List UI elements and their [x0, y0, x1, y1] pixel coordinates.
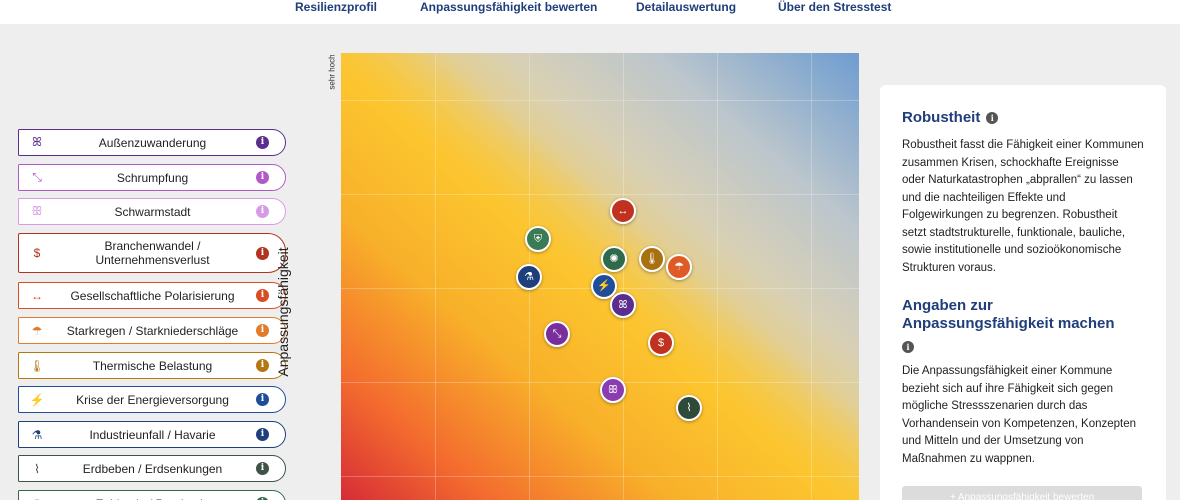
hazard-marker-double-arrow[interactable]: ↔: [610, 198, 636, 224]
thermometer-icon: 🌡: [29, 358, 45, 373]
no-power-icon: ⚡: [29, 392, 45, 407]
info-icon[interactable]: i: [256, 393, 269, 406]
earthquake-icon: ⌇: [686, 402, 692, 414]
info-icon[interactable]: i: [256, 462, 269, 475]
nav-anpassungsfaehigkeit-bewerten[interactable]: Anpassungsfähigkeit bewerten: [420, 0, 597, 14]
hazard-item[interactable]: ✺Epidemie / Pandemiei: [18, 490, 286, 500]
panel-text-anpassung: Die Anpassungsfähigkeit einer Kommune be…: [902, 365, 1137, 465]
panel-title-text: Robustheit: [902, 109, 981, 126]
hazard-item[interactable]: ↔ Gesellschaftliche Polarisierung i: [18, 282, 286, 309]
rain-cloud-icon: ☂: [674, 261, 684, 273]
hazard-marker-shrink-arrows[interactable]: ⤡: [544, 321, 570, 347]
hazard-label: Krise der Energieversorgung: [76, 392, 229, 407]
panel-text-robustheit: Robustheit fasst die Fähigkeit einer Kom…: [902, 139, 1144, 274]
rate-adaptability-button[interactable]: + Anpassungsfähigkeit bewerten: [902, 486, 1142, 500]
hazard-item[interactable]: ☂ Starkregen / Starkniederschläge i: [18, 317, 286, 344]
virus-icon: ✺: [609, 253, 619, 265]
hazard-item[interactable]: $ Branchenwandel / Unternehmensverlust i: [18, 233, 286, 273]
info-icon[interactable]: i: [256, 359, 269, 372]
info-icon[interactable]: i: [256, 136, 269, 149]
hazard-label: Außenzuwanderung: [98, 135, 207, 150]
money-cycle-icon: $: [657, 337, 665, 349]
hazard-marker-shield[interactable]: ⛨: [525, 226, 551, 252]
money-cycle-icon: $: [33, 246, 41, 260]
shrink-arrows-icon: ⤡: [552, 328, 562, 340]
grid-line: [623, 53, 624, 500]
shield-icon: ⛨: [533, 233, 543, 245]
info-icon[interactable]: i: [256, 246, 269, 260]
hazard-marker-thermometer[interactable]: 🌡: [639, 246, 665, 272]
shrink-arrows-icon: ⤡: [32, 170, 42, 184]
y-axis-label: Anpassungsfähigkeit: [275, 247, 291, 377]
info-icon[interactable]: i: [902, 341, 914, 353]
hazard-marker-swarm-people[interactable]: ꕥ: [600, 377, 626, 403]
thermometer-icon: 🌡: [645, 253, 659, 265]
hazard-label: Starkregen / Starkniederschläge: [66, 323, 239, 338]
hazard-label: Erdbeben / Erdsenkungen: [82, 461, 223, 476]
virus-icon: ✺: [19, 497, 55, 500]
hazard-item[interactable]: ꕤ Außenzuwanderung i: [18, 129, 286, 156]
info-icon[interactable]: i: [256, 324, 269, 337]
info-icon[interactable]: i: [256, 205, 269, 218]
panel-title-anpassung: Angaben zur Anpassungsfähigkeit machen: [902, 297, 1115, 332]
info-icon[interactable]: i: [256, 289, 269, 302]
info-icon[interactable]: i: [256, 171, 269, 184]
hazard-label: Industrieunfall / Havarie: [89, 427, 216, 442]
hazard-item[interactable]: ⌇ Erdbeben / Erdsenkungen i: [18, 455, 286, 482]
grid-line: [341, 476, 859, 477]
panel-title-robustheit: Robustheit i: [902, 109, 1144, 127]
swarm-people-icon: ꕥ: [607, 384, 619, 396]
people-icon: ꕤ: [32, 135, 42, 149]
double-arrow-icon: ↔: [617, 205, 629, 217]
grid-line: [341, 382, 859, 383]
hazard-item[interactable]: ꕥ Schwarmstadt i: [18, 198, 286, 225]
matrix-plot: ↔ ⛨ ✺ 🌡 ☂ ⚗ ⚡ ꕤ ⤡ $ ꕥ ⌇: [341, 53, 859, 500]
nav-ueber-den-stresstest[interactable]: Über den Stresstest: [778, 0, 891, 14]
double-arrow-icon: ↔: [31, 288, 43, 303]
hazard-marker-rain-cloud[interactable]: ☂: [666, 254, 692, 280]
grid-line: [341, 100, 859, 101]
hazard-item[interactable]: ⤡ Schrumpfung i: [18, 164, 286, 191]
top-navigation: Resilienzprofil Anpassungsfähigkeit bewe…: [0, 0, 1180, 24]
hazard-label: Epidemie / Pandemie: [55, 497, 250, 500]
info-icon[interactable]: i: [986, 112, 999, 124]
hazard-label: Branchenwandel / Unternehmensverlust: [95, 239, 210, 267]
hazard-marker-virus[interactable]: ✺: [601, 246, 627, 272]
grid-line: [717, 53, 718, 500]
hazard-item[interactable]: ⚗ Industrieunfall / Havarie i: [18, 421, 286, 448]
test-tube-icon: ⚗: [31, 427, 43, 442]
hazard-label: Schrumpfung: [116, 170, 189, 185]
info-panel: Robustheit i Robustheit fasst die Fähigk…: [880, 85, 1166, 500]
panel-section-anpassung: Angaben zur Anpassungsfähigkeit machen i…: [902, 297, 1144, 468]
earthquake-icon: ⌇: [34, 461, 40, 476]
hazard-item[interactable]: 🌡 Thermische Belastung i: [18, 352, 286, 379]
swarm-people-icon: ꕥ: [31, 204, 43, 218]
hazard-item[interactable]: ⚡ Krise der Energieversorgung i: [18, 386, 286, 413]
hazard-marker-earthquake[interactable]: ⌇: [676, 395, 702, 421]
hazard-label: Thermische Belastung: [92, 358, 213, 373]
hazard-label: Gesellschaftliche Polarisierung: [70, 288, 235, 303]
hazard-marker-money-cycle[interactable]: $: [648, 330, 674, 356]
hazard-marker-test-tube[interactable]: ⚗: [516, 264, 542, 290]
info-icon[interactable]: i: [256, 428, 269, 441]
nav-resilienzprofil[interactable]: Resilienzprofil: [295, 0, 377, 14]
grid-line: [811, 53, 812, 500]
rain-cloud-icon: ☂: [31, 323, 43, 338]
y-axis-tick-top: sehr hoch: [327, 54, 337, 90]
test-tube-icon: ⚗: [524, 271, 534, 283]
people-icon: ꕤ: [618, 299, 628, 311]
hazard-marker-people[interactable]: ꕤ: [610, 292, 636, 318]
nav-detailauswertung[interactable]: Detailauswertung: [636, 0, 736, 14]
grid-line: [341, 194, 859, 195]
grid-line: [435, 53, 436, 500]
hazard-label: Schwarmstadt: [114, 204, 191, 219]
no-power-icon: ⚡: [597, 280, 611, 292]
